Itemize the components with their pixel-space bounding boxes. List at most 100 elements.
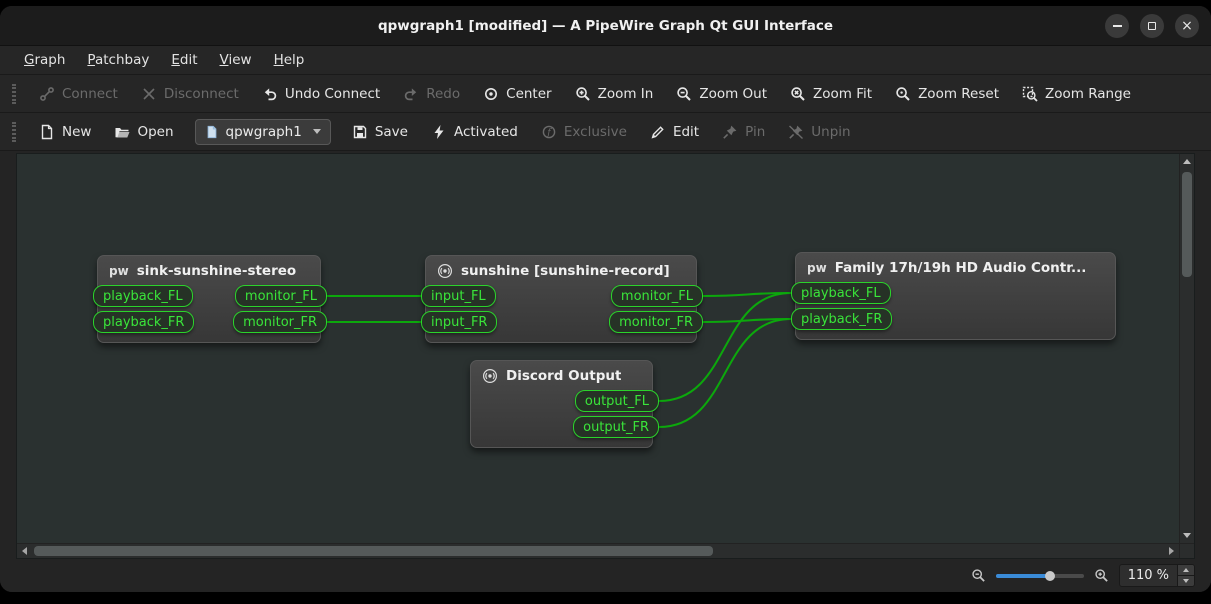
patchbay-selector[interactable]: qpwgraph1 [195, 119, 331, 145]
save-button[interactable]: Save [342, 118, 418, 146]
zoom-value: 110 % [1120, 565, 1177, 586]
zoom-in-button[interactable]: Zoom In [565, 80, 664, 108]
center-button[interactable]: Center [473, 80, 561, 108]
activated-button[interactable]: Activated [421, 118, 528, 146]
connect-button[interactable]: Connect [29, 80, 128, 108]
port-input[interactable]: input_FR [421, 311, 497, 333]
graph-node-sink-sunshine-stereo[interactable]: pw sink-sunshine-stereo playback_FL moni… [97, 255, 321, 343]
zoom-fit-label: Zoom Fit [813, 86, 872, 102]
activated-label: Activated [454, 124, 518, 140]
magnifier-plus-icon [575, 86, 591, 102]
magnifier-fit-icon [790, 86, 806, 102]
port-output[interactable]: output_FR [573, 416, 659, 438]
port-row: input_FL monitor_FL [426, 285, 696, 307]
port-row: playback_FR monitor_FR [98, 311, 320, 333]
scroll-right-button[interactable] [1164, 544, 1179, 558]
arrow-up-icon [1183, 159, 1191, 164]
statusbar: 110 % [0, 559, 1211, 592]
magnifier-minus-icon [676, 86, 692, 102]
save-label: Save [375, 124, 408, 140]
minimize-icon [1113, 25, 1122, 27]
magnifier-range-icon [1022, 86, 1038, 102]
node-ports: playback_FL monitor_FL playback_FR monit… [98, 282, 320, 342]
maximize-button[interactable] [1140, 14, 1164, 38]
graph-node-sunshine[interactable]: sunshine [sunshine-record] input_FL moni… [425, 255, 697, 343]
redo-button[interactable]: Redo [393, 80, 470, 108]
zoom-decrement-button[interactable] [1178, 575, 1194, 586]
scrollbar-corner [1179, 543, 1194, 558]
menu-help[interactable]: Help [264, 48, 315, 72]
port-output[interactable]: monitor_FR [233, 311, 327, 333]
undo-connect-button[interactable]: Undo Connect [252, 80, 390, 108]
pipewire-icon: pw [807, 260, 827, 276]
zoom-slider[interactable] [996, 569, 1084, 583]
unpin-button[interactable]: Unpin [778, 118, 860, 146]
menu-patchbay[interactable]: Patchbay [77, 48, 159, 72]
menu-edit[interactable]: Edit [161, 48, 207, 72]
scroll-up-button[interactable] [1180, 154, 1194, 169]
new-button[interactable]: New [29, 118, 101, 146]
horizontal-scroll-track[interactable] [32, 544, 1164, 558]
graph-node-discord-output[interactable]: Discord Output output_FL output_FR [470, 360, 653, 448]
horizontal-scrollbar[interactable] [17, 543, 1179, 558]
connection-wire[interactable] [703, 293, 791, 296]
port-output[interactable]: monitor_FL [611, 285, 703, 307]
patchbay-file-icon [205, 125, 219, 139]
zoom-spinbox[interactable]: 110 % [1119, 564, 1195, 587]
zoom-increment-button[interactable] [1178, 565, 1194, 575]
zoom-slider-handle[interactable] [1045, 571, 1055, 581]
port-output[interactable]: monitor_FR [609, 311, 703, 333]
disconnect-button[interactable]: Disconnect [131, 80, 249, 108]
zoom-reset-button[interactable]: Zoom Reset [885, 80, 1009, 108]
exclusive-button[interactable]: f Exclusive [531, 118, 637, 146]
port-input[interactable]: playback_FR [93, 311, 194, 333]
zoom-out-button[interactable]: Zoom Out [666, 80, 777, 108]
port-input[interactable]: playback_FL [93, 285, 193, 307]
port-input[interactable]: playback_FR [791, 308, 892, 330]
unpin-label: Unpin [811, 124, 850, 140]
port-output[interactable]: monitor_FL [235, 285, 327, 307]
toolbar-file: New Open qpwgraph1 Save [0, 113, 1211, 151]
record-stream-icon [482, 368, 498, 384]
node-header: sunshine [sunshine-record] [426, 256, 696, 282]
scroll-down-button[interactable] [1180, 528, 1194, 543]
menubar: Graph Patchbay Edit View Help [0, 46, 1211, 75]
toolbar-grip[interactable] [12, 84, 16, 104]
vertical-scroll-handle[interactable] [1182, 172, 1192, 277]
zoom-range-button[interactable]: Zoom Range [1012, 80, 1141, 108]
connection-wire[interactable] [703, 319, 791, 322]
zoom-out-small-icon [971, 568, 986, 583]
zoom-out-label: Zoom Out [699, 86, 767, 102]
edit-button[interactable]: Edit [640, 118, 709, 146]
minimize-button[interactable] [1105, 14, 1129, 38]
vertical-scroll-track[interactable] [1180, 169, 1194, 528]
menu-view[interactable]: View [210, 48, 262, 72]
exclusive-f-icon: f [541, 124, 557, 140]
zoom-fit-button[interactable]: Zoom Fit [780, 80, 882, 108]
node-header: pw Family 17h/19h HD Audio Contr... [796, 253, 1115, 279]
arrow-down-icon [1183, 579, 1189, 583]
graph-canvas[interactable]: pw sink-sunshine-stereo playback_FL moni… [17, 154, 1179, 543]
redo-label: Redo [426, 86, 460, 102]
node-title: Family 17h/19h HD Audio Contr... [835, 260, 1087, 276]
exclusive-label: Exclusive [564, 124, 627, 140]
toolbar-grip[interactable] [12, 122, 16, 142]
arrow-down-icon [1183, 533, 1191, 538]
menu-graph[interactable]: Graph [14, 48, 75, 72]
port-input[interactable]: input_FL [421, 285, 496, 307]
port-output[interactable]: output_FL [575, 390, 659, 412]
zoom-spin-buttons [1177, 565, 1194, 586]
redo-icon [403, 86, 419, 102]
pin-button[interactable]: Pin [712, 118, 775, 146]
port-row: input_FR monitor_FR [426, 311, 696, 333]
close-button[interactable]: × [1175, 14, 1199, 38]
horizontal-scroll-handle[interactable] [34, 546, 713, 556]
graph-node-family-hd-audio[interactable]: pw Family 17h/19h HD Audio Contr... play… [795, 252, 1116, 340]
open-button[interactable]: Open [104, 118, 183, 146]
port-input[interactable]: playback_FL [791, 282, 891, 304]
connect-label: Connect [62, 86, 118, 102]
vertical-scrollbar[interactable] [1179, 154, 1194, 543]
zoom-slider-track [996, 574, 1084, 578]
scroll-left-button[interactable] [17, 544, 32, 558]
node-title: sunshine [sunshine-record] [461, 263, 670, 279]
